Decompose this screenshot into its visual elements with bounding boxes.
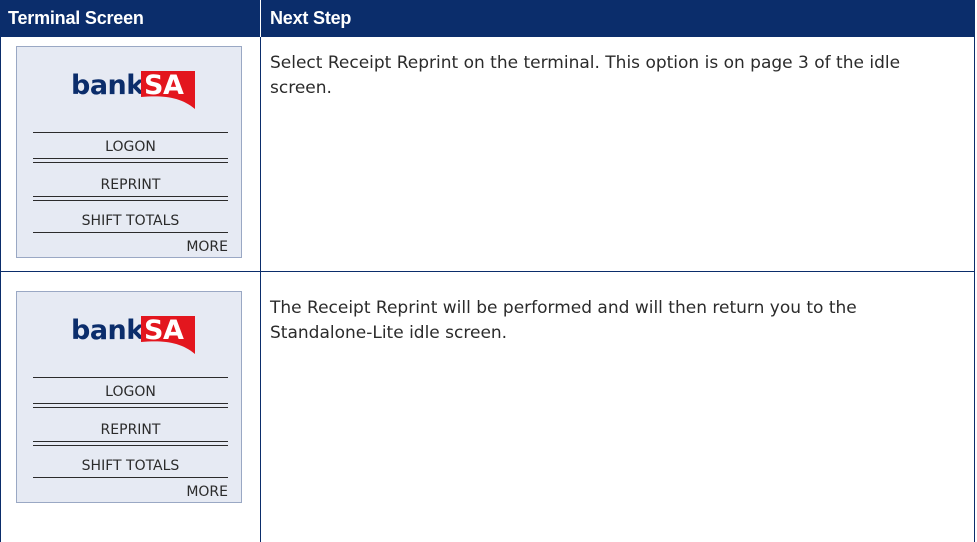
banksa-logo: bank SA [71,314,195,354]
menu-rule [33,158,228,159]
terminal-menu-shift-totals[interactable]: SHIFT TOTALS [33,456,228,476]
header-divider [260,0,261,37]
menu-rule [33,445,228,446]
header-next-step: Next Step [270,8,352,28]
menu-rule [33,441,228,442]
terminal-menu-logon[interactable]: LOGON [33,137,228,157]
menu-rule [33,403,228,404]
menu-rule [33,196,228,197]
table-header: Terminal Screen Next Step [0,0,975,37]
next-step-text-1: Select Receipt Reprint on the terminal. … [270,53,901,98]
header-terminal-screen: Terminal Screen [8,8,144,28]
menu-rule [33,232,228,233]
logo-sa-text: SA [144,70,184,101]
table-column-divider [260,37,261,542]
terminal-screen-2: bank SA LOGON REPRINT SHIFT TOTALS MORE [16,291,242,503]
table-row-divider [0,271,975,272]
terminal-menu-reprint[interactable]: REPRINT [33,175,228,195]
next-step-text-2: The Receipt Reprint will be performed an… [270,298,857,343]
instruction-table: Terminal Screen Next Step bank SA LOGON … [0,0,975,542]
table-border-left [0,37,1,542]
logo-bank-text: bank [71,70,144,101]
terminal-screen-1: bank SA LOGON REPRINT SHIFT TOTALS MORE [16,46,242,258]
menu-rule [33,200,228,201]
terminal-menu-more[interactable]: MORE [186,482,228,502]
menu-rule [33,132,228,133]
terminal-menu-shift-totals[interactable]: SHIFT TOTALS [33,211,228,231]
terminal-menu-more[interactable]: MORE [186,237,228,257]
logo-bank-text: bank [71,315,144,346]
menu-rule [33,377,228,378]
table-border-right [974,37,975,542]
menu-rule [33,162,228,163]
menu-rule [33,477,228,478]
terminal-menu-logon[interactable]: LOGON [33,382,228,402]
menu-rule [33,407,228,408]
logo-sa-text: SA [144,315,184,346]
banksa-logo: bank SA [71,69,195,109]
terminal-menu-reprint[interactable]: REPRINT [33,420,228,440]
